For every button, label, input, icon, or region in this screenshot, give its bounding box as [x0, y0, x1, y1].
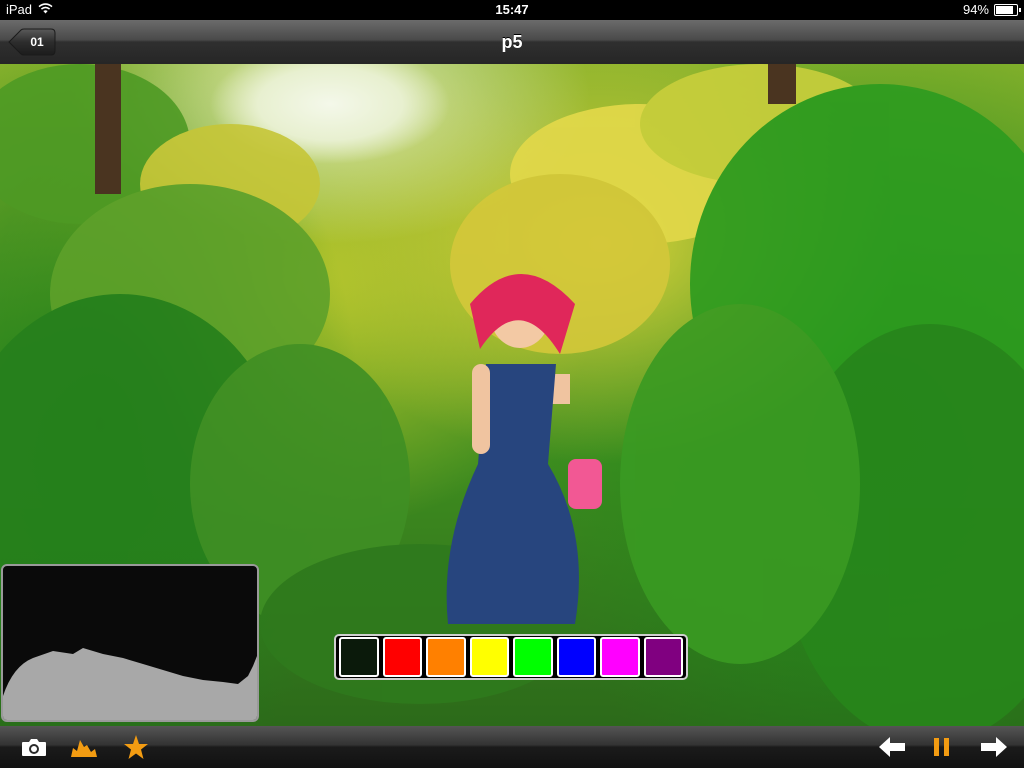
status-time: 15:47 — [495, 2, 529, 17]
right-arrow-icon[interactable] — [980, 734, 1008, 760]
status-right: 94% — [962, 2, 1021, 17]
left-arrow-icon[interactable] — [878, 734, 906, 760]
color-swatch[interactable]: #ffff00 — [469, 637, 509, 677]
histogram-icon[interactable] — [70, 734, 98, 760]
photo-view[interactable]: #0b1a0b#ff0000#ff8000#ffff00#00ff00#0000… — [0, 64, 1024, 726]
color-palette: #0b1a0b#ff0000#ff8000#ffff00#00ff00#0000… — [334, 634, 688, 680]
color-swatch[interactable]: #ff00ff — [600, 637, 640, 677]
page-title: p5 — [501, 32, 523, 52]
color-swatch[interactable]: #800080 — [643, 637, 683, 677]
histogram-panel[interactable] — [1, 564, 259, 722]
camera-icon[interactable] — [20, 734, 48, 760]
color-swatch[interactable]: #00ff00 — [513, 637, 553, 677]
pause-icon[interactable] — [928, 734, 956, 760]
navigation-bar: 01 p5 — [0, 20, 1024, 65]
color-swatch[interactable]: #ff8000 — [426, 637, 466, 677]
color-swatch[interactable]: #0b1a0b — [339, 637, 379, 677]
color-swatch[interactable]: #0000ff — [556, 637, 596, 677]
histogram-graph — [3, 648, 257, 720]
battery-icon — [994, 3, 1021, 16]
status-bar: iPad 15:47 94% — [0, 0, 1024, 20]
battery-percent: 94% — [962, 2, 989, 17]
color-swatch[interactable]: #ff0000 — [382, 637, 422, 677]
bottom-toolbar — [0, 726, 1024, 768]
star-icon[interactable] — [122, 734, 150, 760]
